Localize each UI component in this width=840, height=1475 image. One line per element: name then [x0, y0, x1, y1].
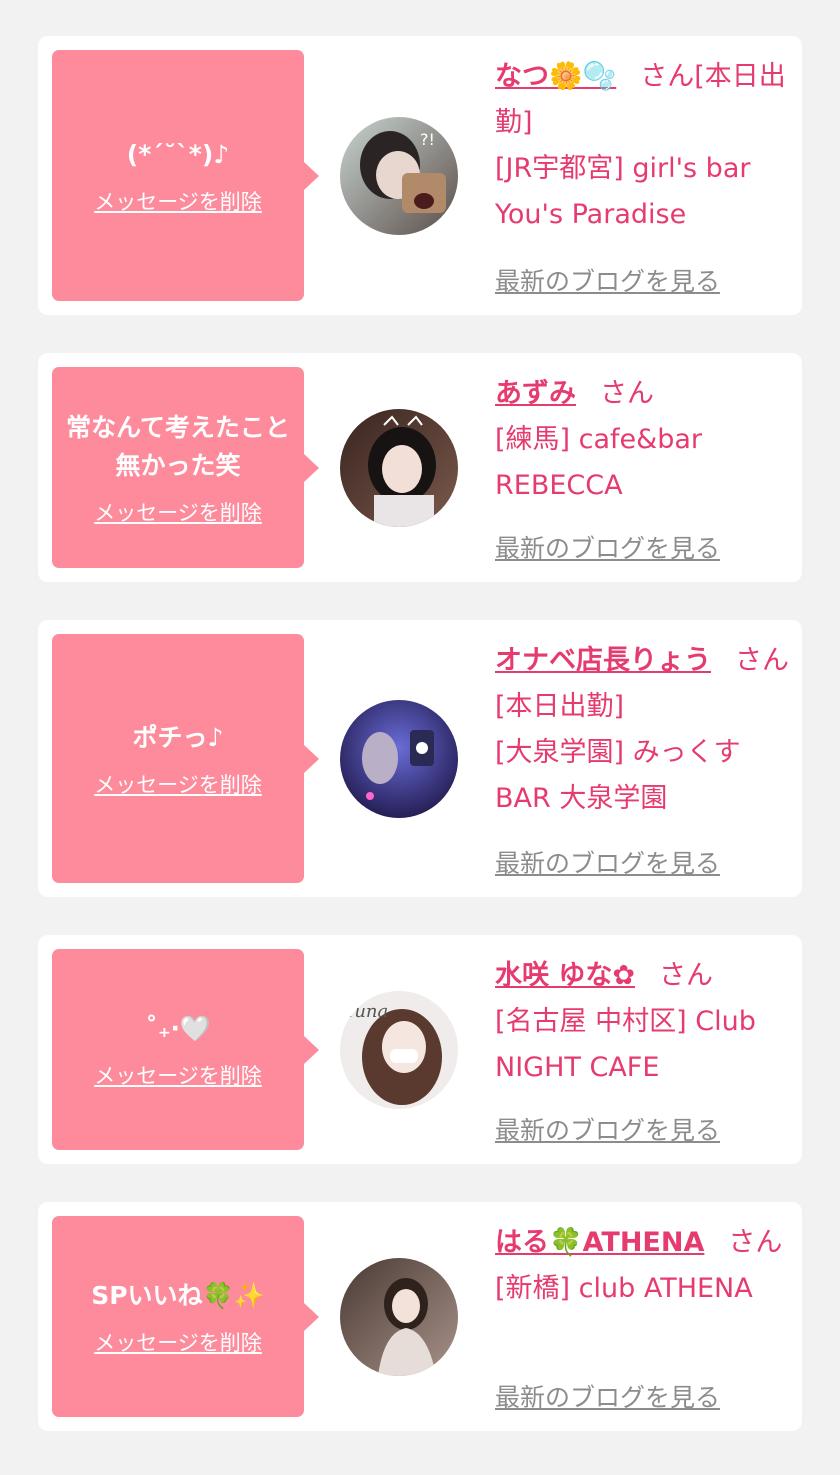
- avatar[interactable]: Yuna: [340, 991, 458, 1109]
- latest-blog-link[interactable]: 最新のブログを見る: [495, 844, 720, 880]
- name-suffix: さん: [659, 960, 714, 991]
- message-bubble: SPいいね🍀✨ メッセージを削除: [52, 1216, 319, 1417]
- avatar[interactable]: [340, 1258, 458, 1376]
- avatar[interactable]: ?!: [340, 117, 458, 235]
- shop-name: [名古屋 中村区] Club NIGHT CAFE: [495, 1006, 756, 1083]
- delete-message-link[interactable]: メッセージを削除: [94, 497, 262, 527]
- profile-name-link[interactable]: はる🍀ATHENA: [495, 1227, 704, 1258]
- list-item: (*ˊ˘ˋ*)♪ メッセージを削除 ?! なつ🌼🫧 さん[本日出勤] [JR宇都宮…: [38, 36, 802, 315]
- shop-name: [JR宇都宮] girl's bar You's Paradise: [495, 153, 751, 230]
- profile-info: 水咲 ゆな✿ さん [名古屋 中村区] Club NIGHT CAFE: [495, 953, 791, 1091]
- shop-name: [大泉学園] みっくすBAR 大泉学園: [495, 737, 741, 814]
- list-item: ˚₊‧🤍 メッセージを削除 Yuna 水咲 ゆな✿ さん [名古屋 中村区] Cl…: [38, 935, 802, 1164]
- avatar[interactable]: [340, 700, 458, 818]
- profile-name-link[interactable]: オナベ店長りょう: [495, 645, 711, 676]
- shop-name: [練馬] cafe&bar REBECCA: [495, 424, 702, 501]
- message-bubble: ポチっ♪ メッセージを削除: [52, 634, 319, 883]
- message-text: 常なんて考えたこと無かった笑: [66, 412, 290, 480]
- latest-blog-link[interactable]: 最新のブログを見る: [495, 1378, 720, 1414]
- latest-blog-link[interactable]: 最新のブログを見る: [495, 1111, 720, 1147]
- avatar[interactable]: [340, 409, 458, 527]
- profile-info: オナベ店長りょう さん[本日出勤] [大泉学園] みっくすBAR 大泉学園: [495, 638, 791, 822]
- shop-name: [新橋] club ATHENA: [495, 1273, 753, 1304]
- profile-name-link[interactable]: なつ🌼🫧: [495, 61, 616, 92]
- name-suffix: さん: [728, 1227, 783, 1258]
- profile-info: はる🍀ATHENA さん [新橋] club ATHENA: [495, 1220, 791, 1312]
- delete-message-link[interactable]: メッセージを削除: [94, 1327, 262, 1357]
- message-text: ポチっ♪: [132, 722, 224, 752]
- profile-info: なつ🌼🫧 さん[本日出勤] [JR宇都宮] girl's bar You's Pa…: [495, 54, 791, 238]
- message-text: ˚₊‧🤍: [145, 1013, 211, 1043]
- list-item: 常なんて考えたこと無かった笑 メッセージを削除 あずみ さん [練馬] cafe&…: [38, 353, 802, 582]
- list-item: ポチっ♪ メッセージを削除 オナベ店長りょう さん[本日出勤] [大泉学園] みっ…: [38, 620, 802, 897]
- profile-info: あずみ さん [練馬] cafe&bar REBECCA: [495, 371, 791, 509]
- list-item: SPいいね🍀✨ メッセージを削除 はる🍀ATHENA さん [新橋] club A…: [38, 1202, 802, 1431]
- latest-blog-link[interactable]: 最新のブログを見る: [495, 529, 720, 565]
- svg-text:Yuna: Yuna: [344, 1001, 388, 1022]
- message-bubble: ˚₊‧🤍 メッセージを削除: [52, 949, 319, 1150]
- profile-name-link[interactable]: 水咲 ゆな✿: [495, 960, 635, 991]
- message-text: SPいいね🍀✨: [91, 1280, 265, 1310]
- name-suffix: さん: [600, 378, 654, 409]
- svg-text:?!: ?!: [420, 130, 435, 149]
- message-text: (*ˊ˘ˋ*)♪: [126, 139, 230, 169]
- delete-message-link[interactable]: メッセージを削除: [94, 186, 262, 216]
- message-bubble: 常なんて考えたこと無かった笑 メッセージを削除: [52, 367, 319, 568]
- delete-message-link[interactable]: メッセージを削除: [94, 769, 262, 799]
- delete-message-link[interactable]: メッセージを削除: [94, 1060, 262, 1090]
- message-bubble: (*ˊ˘ˋ*)♪ メッセージを削除: [52, 50, 319, 301]
- like-message-list: (*ˊ˘ˋ*)♪ メッセージを削除 ?! なつ🌼🫧 さん[本日出勤] [JR宇都宮…: [0, 0, 840, 1475]
- latest-blog-link[interactable]: 最新のブログを見る: [495, 262, 720, 298]
- profile-name-link[interactable]: あずみ: [495, 378, 576, 409]
